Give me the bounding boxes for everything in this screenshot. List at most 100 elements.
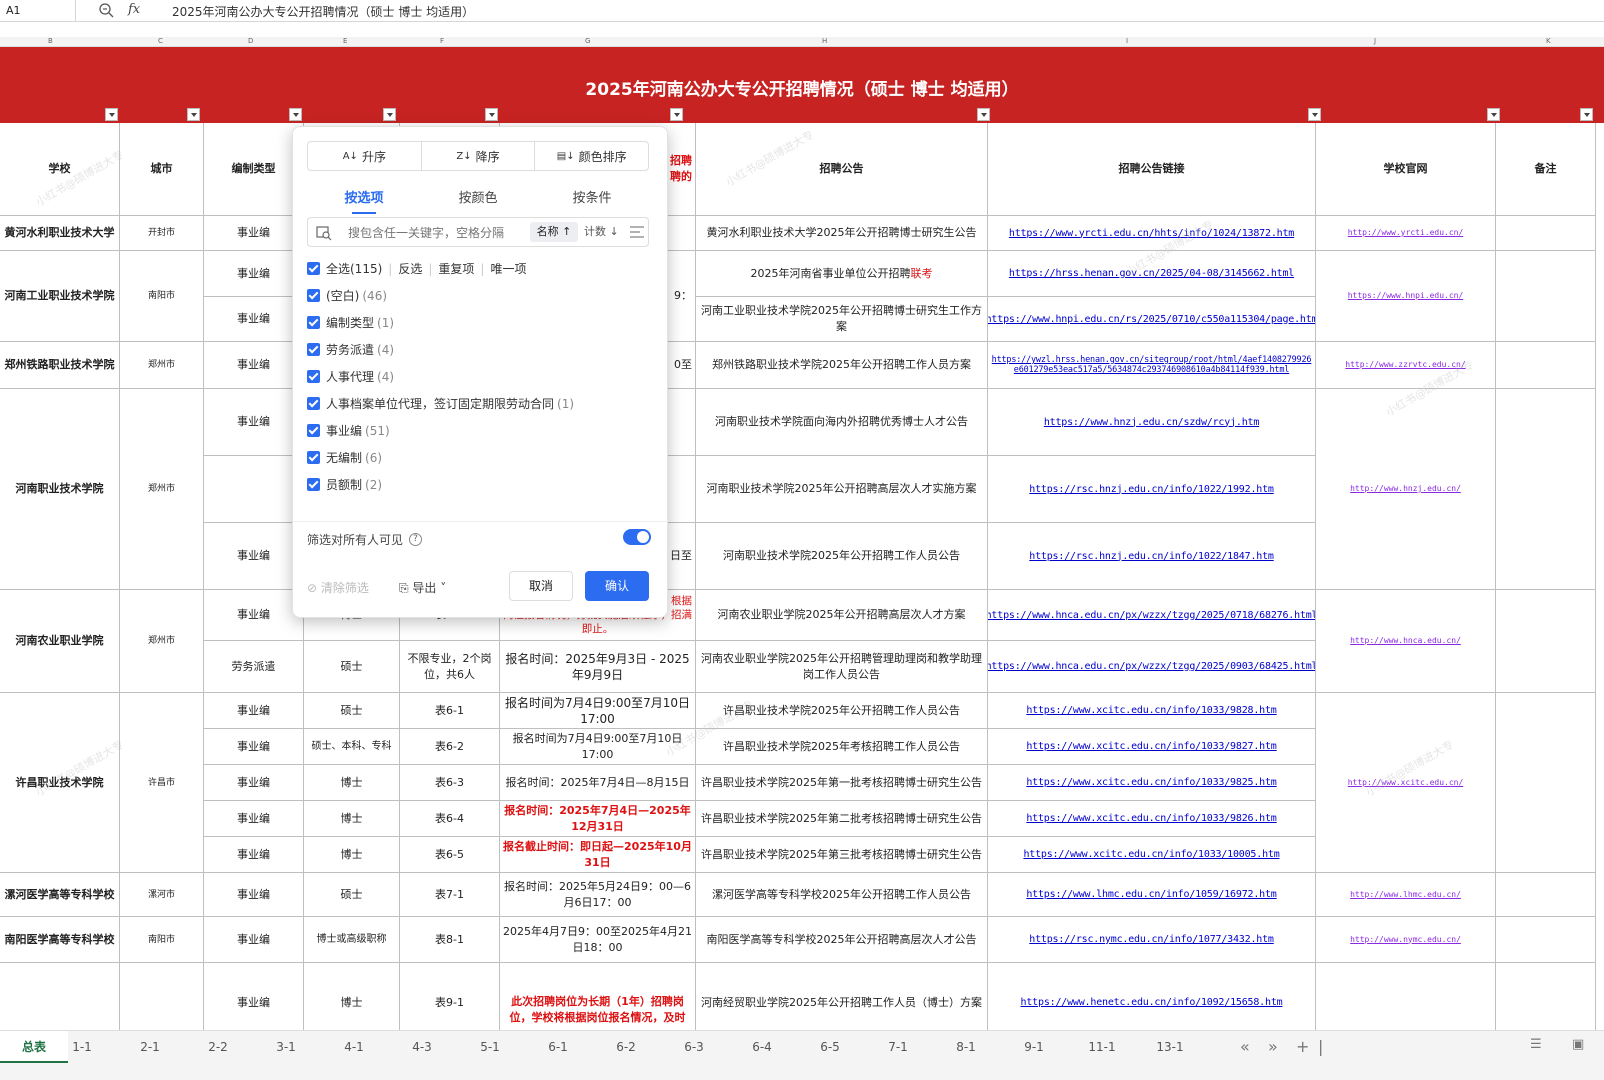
cell-note[interactable]: 报名时间：2025年5月24日9：00—6月6日17：00 — [500, 873, 696, 917]
cell-school[interactable]: 河南工业职业技术学院 — [0, 251, 120, 342]
cell-link[interactable]: https://www.xcitc.edu.cn/info/1033/9827.… — [988, 729, 1316, 765]
cell-link[interactable]: https://www.xcitc.edu.cn/info/1033/9828.… — [988, 693, 1316, 729]
filter-dropdown-button[interactable] — [485, 108, 498, 121]
cell-remark[interactable] — [1496, 917, 1596, 963]
filter-option[interactable]: 人事档案单位代理，签订固定期限劳动合同 (1) — [307, 390, 649, 417]
cell-table[interactable]: 表6-1 — [400, 693, 500, 729]
cell-type[interactable] — [204, 456, 304, 523]
cell-school[interactable]: 河南农业职业学院 — [0, 590, 120, 693]
cell-note[interactable]: 报名截止时间：即日起—2025年10月31日 — [500, 837, 696, 873]
filter-dropdown-button[interactable] — [383, 108, 396, 121]
cell-announce[interactable]: 郑州铁路职业技术学院2025年公开招聘工作人员方案 — [696, 342, 988, 389]
header-remark[interactable]: 备注 — [1496, 123, 1596, 216]
sort-asc-button[interactable]: A↓ 升序 — [308, 142, 422, 170]
title-banner[interactable]: 2025年河南公办大专公开招聘情况（硕士 博士 均适用） — [0, 47, 1604, 123]
cell-link[interactable]: https://ywzl.hrss.henan.gov.cn/sitegroup… — [988, 342, 1316, 389]
sheet-tab[interactable]: 6-5 — [796, 1031, 864, 1063]
cell-type[interactable]: 事业编 — [204, 765, 304, 801]
filter-option[interactable]: 人事代理 (4) — [307, 363, 649, 390]
cell-reference-box[interactable]: A1 — [0, 0, 76, 22]
header-city[interactable]: 城市 — [120, 123, 204, 216]
cell-note[interactable]: 2025年4月7日9：00至2025年4月21日18：00 — [500, 917, 696, 963]
cell-site[interactable]: http://www.hnzj.edu.cn/ — [1316, 389, 1496, 590]
zoom-icon[interactable] — [98, 2, 114, 18]
cell-announce[interactable]: 2025年河南省事业单位公开招聘 联考 — [696, 251, 988, 297]
cell-remark[interactable] — [1496, 216, 1596, 251]
sheet-tab[interactable]: 3-1 — [252, 1031, 320, 1063]
cell-link[interactable]: https://www.lhmc.edu.cn/info/1059/16972.… — [988, 873, 1316, 917]
cell-announce[interactable]: 许昌职业技术学院2025年公开招聘工作人员公告 — [696, 693, 988, 729]
cell-announce[interactable]: 河南职业技术学院2025年公开招聘高层次人才实施方案 — [696, 456, 988, 523]
filter-dropdown-button[interactable] — [1487, 108, 1500, 121]
cell-link[interactable]: https://www.hnzj.edu.cn/szdw/rcyj.htm — [988, 389, 1316, 456]
sheet-tab[interactable]: 6-4 — [728, 1031, 796, 1063]
add-sheet-icon[interactable]: + — [1296, 1037, 1309, 1056]
cell-site[interactable]: http://www.hnca.edu.cn/ — [1316, 590, 1496, 693]
cell-table[interactable]: 表6-5 — [400, 837, 500, 873]
cell-link[interactable]: https://rsc.nymc.edu.cn/info/1077/3432.h… — [988, 917, 1316, 963]
cell-note[interactable]: 报名时间：2025年7月4日—2025年12月31日 — [500, 801, 696, 837]
cell-type[interactable]: 事业编 — [204, 729, 304, 765]
column-letter[interactable]: G — [585, 37, 590, 45]
filter-dropdown-button[interactable] — [1308, 108, 1321, 121]
checkbox[interactable] — [307, 451, 320, 464]
select-all-label[interactable]: 全选(115) — [326, 260, 382, 277]
cell-site[interactable]: http://www.nymc.edu.cn/ — [1316, 917, 1496, 963]
cell-note[interactable]: 报名时间：2025年7月4日—8月15日 — [500, 765, 696, 801]
cell-degree[interactable]: 硕士 — [304, 641, 400, 693]
cell-type[interactable]: 事业编 — [204, 693, 304, 729]
cell-site[interactable]: https://www.hnpi.edu.cn/ — [1316, 251, 1496, 342]
cell-type[interactable]: 事业编 — [204, 342, 304, 389]
cell-type[interactable]: 事业编 — [204, 801, 304, 837]
cell-link[interactable]: https://rsc.hnzj.edu.cn/info/1022/1847.h… — [988, 523, 1316, 590]
column-letter[interactable]: B — [48, 37, 53, 45]
cell-announce[interactable]: 漯河医学高等专科学校2025年公开招聘工作人员公告 — [696, 873, 988, 917]
tab-by-items[interactable]: 按选项 — [307, 183, 421, 209]
cell-announce[interactable]: 许昌职业技术学院2025年第二批考核招聘博士研究生公告 — [696, 801, 988, 837]
cell-type[interactable]: 事业编 — [204, 873, 304, 917]
cell-degree[interactable]: 博士 — [304, 801, 400, 837]
cell-table[interactable]: 表8-1 — [400, 917, 500, 963]
cell-type[interactable]: 事业编 — [204, 590, 304, 641]
cell-note[interactable]: 报名时间：2025年9月3日 - 2025年9月9日 — [500, 641, 696, 693]
list-options-icon[interactable] — [630, 226, 644, 238]
checkbox[interactable] — [307, 262, 320, 275]
cell-school[interactable]: 河南职业技术学院 — [0, 389, 120, 590]
clear-filter-button[interactable]: ⊘ 清除筛选 — [307, 579, 369, 596]
cell-link[interactable]: https://hrss.henan.gov.cn/2025/04-08/314… — [988, 251, 1316, 297]
header-site[interactable]: 学校官网 — [1316, 123, 1496, 216]
cell-type[interactable]: 事业编 — [204, 917, 304, 963]
checkbox[interactable] — [307, 316, 320, 329]
header-link[interactable]: 招聘公告链接 — [988, 123, 1316, 216]
cell-type[interactable]: 事业编 — [204, 389, 304, 456]
filter-dropdown-button[interactable] — [977, 108, 990, 121]
sort-color-button[interactable]: ▤↓ 颜色排序 — [535, 142, 648, 170]
column-letter[interactable]: I — [1126, 37, 1128, 45]
cell-city[interactable]: 南阳市 — [120, 917, 204, 963]
cell-table[interactable]: 表6-4 — [400, 801, 500, 837]
cell-link[interactable]: https://rsc.hnzj.edu.cn/info/1022/1992.h… — [988, 456, 1316, 523]
cell-site[interactable] — [1316, 963, 1496, 1030]
cell-table[interactable]: 表6-3 — [400, 765, 500, 801]
cell-note[interactable]: 此次招聘岗位为长期（1年）招聘岗位，学校将根据岗位报名情况，及时 — [500, 963, 696, 1030]
sheet-tab[interactable]: 2-2 — [184, 1031, 252, 1063]
cell-announce[interactable]: 许昌职业技术学院2025年考核招聘工作人员公告 — [696, 729, 988, 765]
view-layout-icon[interactable]: ▣ — [1572, 1037, 1584, 1052]
cell-link[interactable]: https://www.hnpi.edu.cn/rs/2025/0710/c55… — [988, 297, 1316, 342]
sort-by-name-button[interactable]: 名称 ↑ — [530, 222, 578, 242]
checkbox[interactable] — [307, 478, 320, 491]
cell-school[interactable]: 南阳医学高等专科学校 — [0, 917, 120, 963]
cell-degree[interactable]: 博士或高级职称 — [304, 917, 400, 963]
cell-remark[interactable] — [1496, 590, 1596, 693]
scroll-tabs-left-icon[interactable]: « — [1240, 1037, 1250, 1056]
filter-option[interactable]: 事业编 (51) — [307, 417, 649, 444]
cell-school[interactable]: 漯河医学高等专科学校 — [0, 873, 120, 917]
filter-dropdown-button[interactable] — [289, 108, 302, 121]
header-school[interactable]: 学校 — [0, 123, 120, 216]
cell-school[interactable]: 郑州铁路职业技术学院 — [0, 342, 120, 389]
cell-remark[interactable] — [1496, 693, 1596, 873]
sheet-tab[interactable]: 6-3 — [660, 1031, 728, 1063]
cell-remark[interactable] — [1496, 251, 1596, 342]
cell-table[interactable]: 表9-1 — [400, 963, 500, 1030]
sheet-tab[interactable]: 13-1 — [1136, 1031, 1204, 1063]
